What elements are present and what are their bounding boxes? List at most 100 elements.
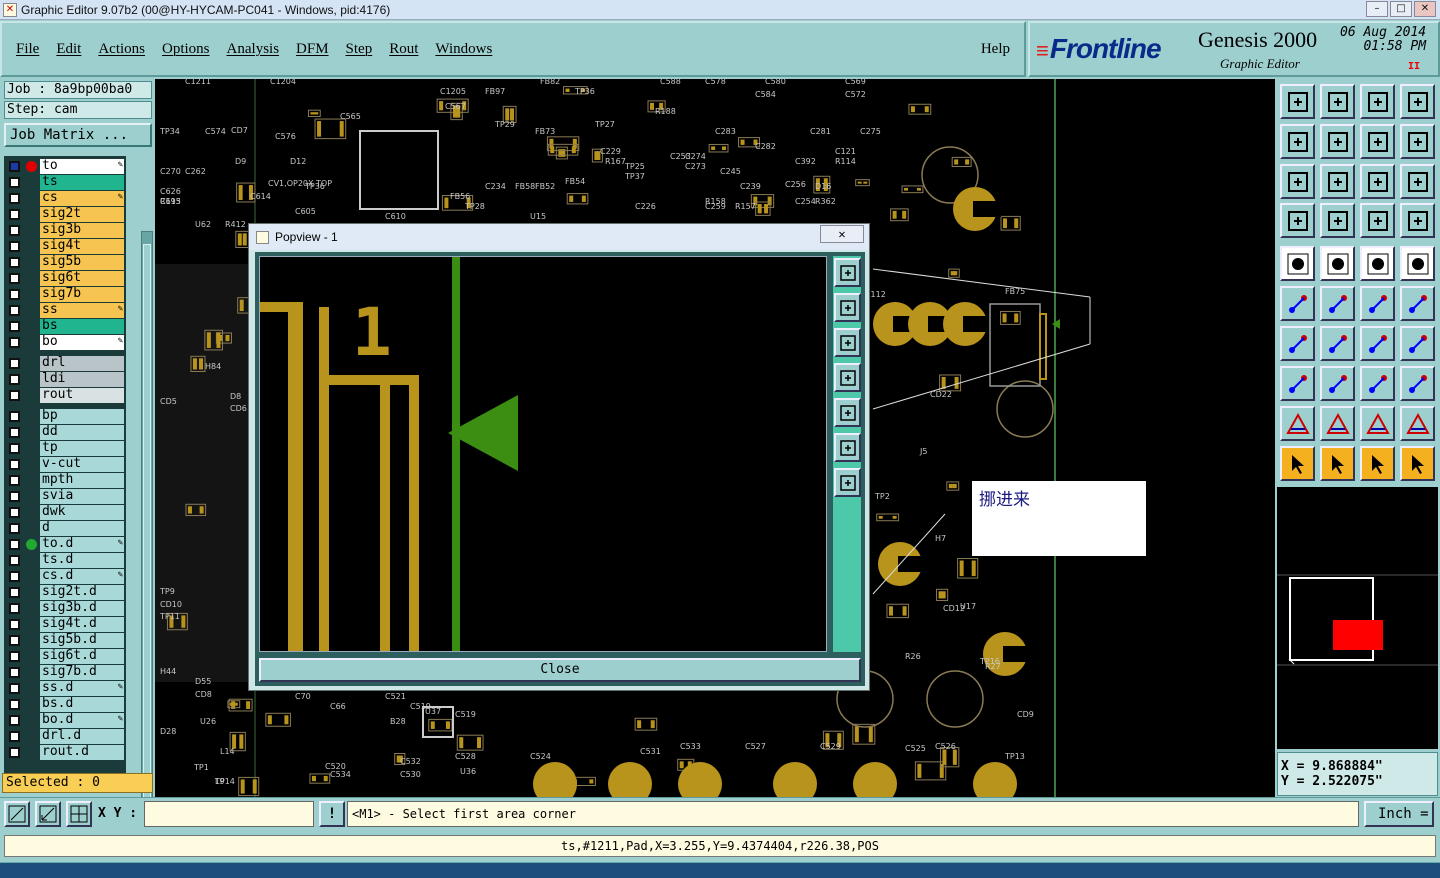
minimize-button[interactable]: – bbox=[1366, 1, 1388, 17]
move-point2-button[interactable] bbox=[1400, 286, 1435, 321]
menu-rout[interactable]: Rout bbox=[389, 41, 418, 58]
layer-row[interactable]: ldi bbox=[4, 372, 126, 387]
layer-checkbox[interactable] bbox=[9, 619, 20, 630]
layer-name[interactable]: cs bbox=[40, 191, 124, 206]
layer-list-scrollbar[interactable] bbox=[141, 231, 153, 815]
layer-name[interactable]: sig5b.d bbox=[40, 633, 124, 648]
layer-checkbox[interactable] bbox=[9, 193, 20, 204]
layer-row[interactable]: sig4t bbox=[4, 239, 126, 254]
layer-row[interactable]: drl bbox=[4, 356, 126, 371]
move-point-button[interactable] bbox=[1360, 286, 1395, 321]
zoom-in-button[interactable] bbox=[1320, 84, 1355, 119]
minimap[interactable] bbox=[1277, 487, 1438, 749]
job-matrix-button[interactable]: Job Matrix ... bbox=[4, 123, 152, 147]
layer-row[interactable]: sig7b bbox=[4, 287, 126, 302]
layer-row[interactable]: to ✎ bbox=[4, 159, 126, 174]
connect-button[interactable] bbox=[1280, 286, 1315, 321]
layer-name[interactable]: d bbox=[40, 521, 124, 536]
layer-name[interactable]: drl.d bbox=[40, 729, 124, 744]
pointer-button[interactable] bbox=[1280, 446, 1315, 481]
layer-name[interactable]: svia bbox=[40, 489, 124, 504]
layer-row[interactable]: mpth bbox=[4, 473, 126, 488]
layer-row[interactable]: sig6t.d bbox=[4, 649, 126, 664]
layer-checkbox[interactable] bbox=[9, 390, 20, 401]
pointer-net-button[interactable] bbox=[1400, 446, 1435, 481]
layer-name[interactable]: sig6t bbox=[40, 271, 124, 286]
layer-row[interactable]: bo.d ✎ bbox=[4, 713, 126, 728]
grid-button[interactable] bbox=[66, 801, 92, 827]
layer-checkbox[interactable] bbox=[9, 635, 20, 646]
cross-button[interactable] bbox=[1320, 286, 1355, 321]
swap-button[interactable] bbox=[1360, 124, 1395, 159]
layer-row[interactable]: sig3b bbox=[4, 223, 126, 238]
layer-row[interactable]: v-cut bbox=[4, 457, 126, 472]
layer-checkbox[interactable] bbox=[9, 257, 20, 268]
layer-checkbox[interactable] bbox=[9, 289, 20, 300]
layer-row[interactable]: cs.d ✎ bbox=[4, 569, 126, 584]
layer-checkbox[interactable] bbox=[9, 225, 20, 236]
scrollbar-thumb[interactable] bbox=[143, 244, 151, 804]
popview-left-button[interactable] bbox=[834, 363, 861, 392]
measure-button[interactable] bbox=[35, 801, 61, 827]
layers-red2-button[interactable] bbox=[1400, 203, 1435, 238]
pad-circle-button[interactable] bbox=[1400, 246, 1435, 281]
layer-name[interactable]: sig7b bbox=[40, 287, 124, 302]
window-button[interactable] bbox=[1400, 84, 1435, 119]
scale-1-2-button[interactable] bbox=[1360, 164, 1395, 199]
layer-name[interactable]: bs.d bbox=[40, 697, 124, 712]
layer-checkbox[interactable] bbox=[9, 715, 20, 726]
grid-view-button[interactable] bbox=[1320, 203, 1355, 238]
menu-file[interactable]: File bbox=[16, 41, 39, 58]
layer-row[interactable]: ss ✎ bbox=[4, 303, 126, 318]
layer-name[interactable]: sig2t bbox=[40, 207, 124, 222]
rotate-button[interactable] bbox=[1360, 326, 1395, 361]
layer-checkbox[interactable] bbox=[9, 337, 20, 348]
layer-row[interactable]: sig3b.d bbox=[4, 601, 126, 616]
layer-name[interactable]: rout bbox=[40, 388, 124, 403]
message-button[interactable]: ! bbox=[319, 801, 345, 827]
layer-name[interactable]: sig6t.d bbox=[40, 649, 124, 664]
layer-checkbox[interactable] bbox=[9, 555, 20, 566]
layer-row[interactable]: sig4t.d bbox=[4, 617, 126, 632]
layer-row[interactable]: svia bbox=[4, 489, 126, 504]
layer-checkbox[interactable] bbox=[9, 571, 20, 582]
layer-row[interactable]: drl.d bbox=[4, 729, 126, 744]
minus-button[interactable] bbox=[1320, 366, 1355, 401]
triangle-line-button[interactable] bbox=[1400, 406, 1435, 441]
menu-actions[interactable]: Actions bbox=[98, 41, 145, 58]
layer-name[interactable]: ldi bbox=[40, 372, 124, 387]
layer-name[interactable]: mpth bbox=[40, 473, 124, 488]
layer-name[interactable]: sig2t.d bbox=[40, 585, 124, 600]
popview-fit-button[interactable] bbox=[834, 433, 861, 462]
popview-right-button[interactable] bbox=[834, 398, 861, 427]
popview-canvas[interactable]: 1 bbox=[259, 256, 827, 652]
close-window-button[interactable]: ✕ bbox=[1414, 1, 1436, 17]
layer-row[interactable]: tp bbox=[4, 441, 126, 456]
layer-name[interactable]: to bbox=[40, 159, 124, 174]
layer-name[interactable]: to.d bbox=[40, 537, 124, 552]
minimap-viewport[interactable] bbox=[1333, 620, 1383, 650]
scale-bar-button[interactable] bbox=[1360, 246, 1395, 281]
layer-name[interactable]: bo.d bbox=[40, 713, 124, 728]
layer-name[interactable]: ts bbox=[40, 175, 124, 190]
layer-name[interactable]: bp bbox=[40, 409, 124, 424]
layer-row[interactable]: dd bbox=[4, 425, 126, 440]
layer-checkbox[interactable] bbox=[9, 683, 20, 694]
layer-row[interactable]: rout bbox=[4, 388, 126, 403]
layer-checkbox[interactable] bbox=[9, 427, 20, 438]
pointer-box-button[interactable] bbox=[1320, 446, 1355, 481]
layer-row[interactable]: ts bbox=[4, 175, 126, 190]
layer-row[interactable]: to.d ✎ bbox=[4, 537, 126, 552]
pointer-circle-button[interactable] bbox=[1360, 446, 1395, 481]
fit-button[interactable] bbox=[1280, 164, 1315, 199]
layer-name[interactable]: dwk bbox=[40, 505, 124, 520]
layer-row[interactable]: sig5b.d bbox=[4, 633, 126, 648]
layer-row[interactable]: cs ✎ bbox=[4, 191, 126, 206]
layer-name[interactable]: dd bbox=[40, 425, 124, 440]
pause-indicator[interactable]: II bbox=[1408, 61, 1420, 72]
menu-windows[interactable]: Windows bbox=[435, 41, 492, 58]
mirror-button[interactable] bbox=[1400, 124, 1435, 159]
layer-name[interactable]: bo bbox=[40, 335, 124, 350]
popview-down-button[interactable] bbox=[834, 328, 861, 357]
layer-checkbox[interactable] bbox=[9, 651, 20, 662]
